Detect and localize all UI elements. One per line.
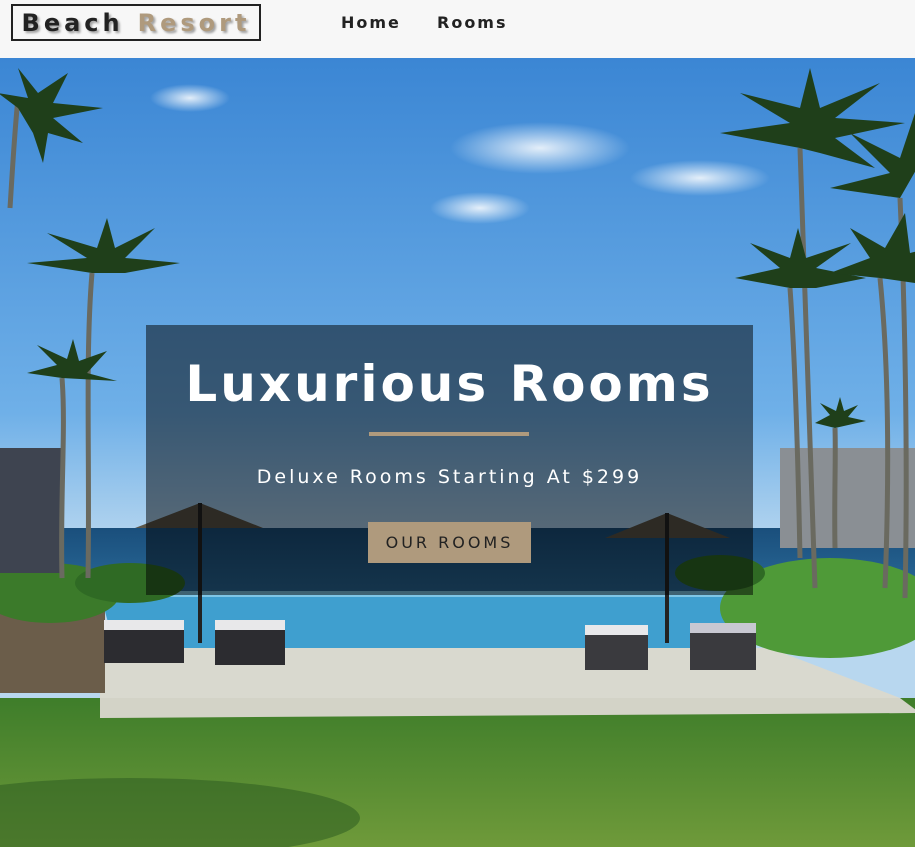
hero-subtitle: Deluxe Rooms Starting At $299 [256, 466, 643, 488]
logo-word-resort: Resort [137, 8, 251, 37]
our-rooms-button[interactable]: our rooms [368, 522, 531, 563]
title-underline [369, 432, 529, 436]
site-logo[interactable]: Beach Resort [11, 4, 261, 41]
hero-title: Luxurious Rooms [185, 355, 714, 413]
logo-word-beach: Beach [21, 8, 124, 37]
navbar: Beach Resort Home Rooms [0, 0, 915, 58]
nav-link-rooms[interactable]: Rooms [437, 13, 508, 32]
hero-banner: Luxurious Rooms Deluxe Rooms Starting At… [146, 325, 753, 595]
hero-section: Luxurious Rooms Deluxe Rooms Starting At… [0, 58, 915, 847]
nav-link-home[interactable]: Home [341, 13, 401, 32]
